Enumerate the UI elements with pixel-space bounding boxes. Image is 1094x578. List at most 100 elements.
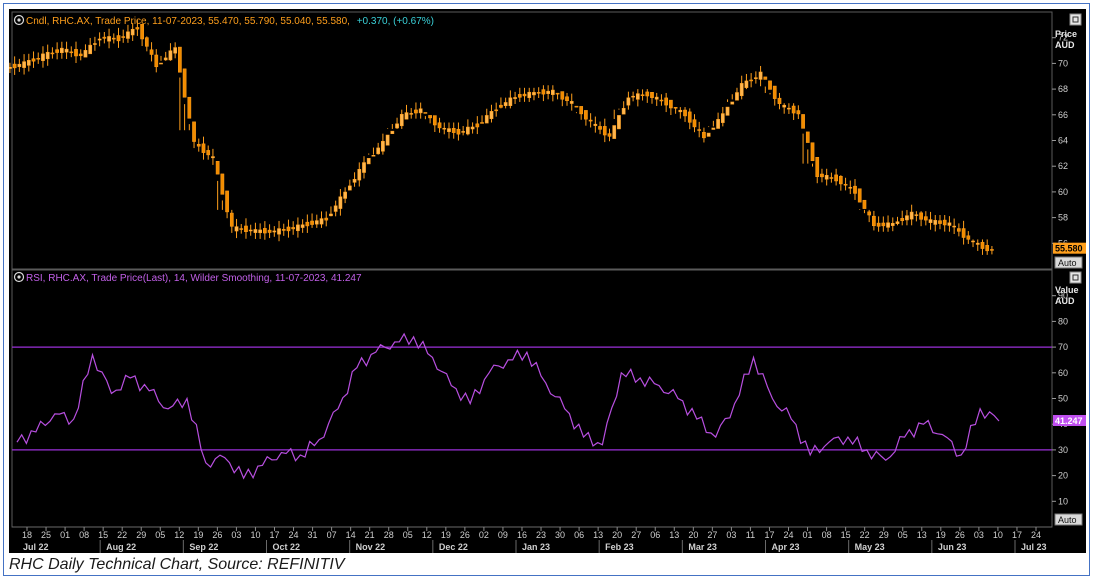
- x-day-tick-label: 15: [98, 530, 108, 540]
- x-day-tick-label: 10: [250, 530, 260, 540]
- price-candle: [905, 210, 909, 226]
- rsi-y-ticks: 102030405060708090: [1052, 291, 1068, 506]
- price-candle: [626, 91, 631, 110]
- price-candle: [579, 106, 584, 120]
- x-day-tick-label: 30: [555, 530, 565, 540]
- price-candle: [418, 102, 423, 119]
- price-candle: [55, 42, 59, 60]
- price-candle: [281, 223, 286, 236]
- price-candle: [192, 121, 196, 149]
- price-candle: [692, 114, 697, 133]
- price-candle: [60, 41, 64, 59]
- price-candle: [890, 217, 895, 232]
- price-candle: [791, 103, 796, 120]
- price-candle: [645, 89, 650, 103]
- price-candle: [650, 92, 654, 104]
- x-day-tick-label: 23: [536, 530, 546, 540]
- price-candle: [895, 216, 900, 226]
- price-candle: [456, 122, 461, 141]
- price-candle: [834, 168, 838, 186]
- price-candle: [843, 177, 848, 191]
- x-day-tick-label: 19: [193, 530, 203, 540]
- price-candle: [26, 53, 31, 72]
- rsi-y-tick-label: 20: [1058, 471, 1068, 481]
- price-candle: [631, 91, 635, 102]
- x-day-tick-label: 26: [460, 530, 470, 540]
- price-candle: [555, 92, 560, 100]
- price-candle: [470, 122, 475, 134]
- price-candle: [196, 138, 201, 152]
- rsi-panel-toggle-icon[interactable]: [13, 271, 25, 283]
- price-candle: [617, 108, 621, 130]
- price-candle: [758, 65, 763, 87]
- price-candle: [749, 73, 753, 88]
- x-day-tick-label: 27: [707, 530, 717, 540]
- x-day-tick-label: 13: [917, 530, 927, 540]
- price-candle: [957, 223, 961, 237]
- price-candle: [683, 107, 687, 122]
- price-candle: [522, 87, 527, 102]
- price-candle: [513, 91, 517, 104]
- price-candle: [990, 245, 994, 255]
- rsi-window-restore-icon[interactable]: [1069, 271, 1082, 284]
- price-candle: [744, 73, 749, 90]
- x-day-tick-label: 05: [898, 530, 908, 540]
- x-day-tick-label: 13: [593, 530, 603, 540]
- price-candle: [97, 32, 102, 47]
- x-day-tick-label: 06: [574, 530, 584, 540]
- price-candle: [352, 172, 357, 187]
- price-auto-button[interactable]: Auto: [1054, 256, 1083, 269]
- price-candle: [805, 131, 810, 164]
- price-candle: [574, 105, 579, 114]
- price-last-value: 55.580: [1055, 244, 1083, 254]
- price-window-restore-icon[interactable]: [1069, 13, 1082, 26]
- rsi-series: [16, 332, 1000, 480]
- x-day-tick-label: 03: [974, 530, 984, 540]
- price-candle: [536, 87, 541, 98]
- price-candle: [399, 109, 404, 129]
- price-candle: [69, 46, 74, 58]
- price-candle: [621, 101, 626, 115]
- price-candle: [173, 42, 178, 59]
- price-y-tick-label: 62: [1058, 161, 1068, 171]
- price-candle: [489, 104, 494, 123]
- price-candle: [687, 108, 692, 130]
- x-month-label: Oct 22: [273, 542, 301, 552]
- price-candle: [971, 239, 975, 248]
- price-candle: [853, 179, 857, 200]
- x-month-label: Apr 23: [772, 542, 800, 552]
- price-candle: [366, 153, 371, 165]
- price-candle: [503, 97, 508, 109]
- price-candle: [277, 220, 281, 242]
- x-day-tick-label: 16: [517, 530, 527, 540]
- price-candle: [782, 103, 787, 114]
- price-candle: [702, 127, 706, 143]
- price-legend-main: Cndl, RHC.AX, Trade Price, 11-07-2023, 5…: [26, 16, 350, 27]
- price-candle: [154, 49, 159, 73]
- rsi-line: [16, 332, 1000, 480]
- price-candle: [952, 218, 956, 234]
- price-candle: [546, 85, 550, 100]
- price-candle: [768, 80, 772, 95]
- price-candle: [229, 209, 234, 233]
- price-candle: [787, 103, 791, 114]
- price-candle: [8, 62, 12, 74]
- x-day-tick-label: 20: [612, 530, 622, 540]
- price-candle: [93, 36, 97, 51]
- price-candle: [414, 102, 418, 119]
- price-y-tick-label: 70: [1058, 58, 1068, 68]
- x-day-tick-label: 27: [631, 530, 641, 540]
- x-day-tick-label: 10: [993, 530, 1003, 540]
- rsi-auto-button[interactable]: Auto: [1054, 513, 1083, 526]
- price-candle: [36, 52, 41, 64]
- price-candle: [886, 215, 890, 232]
- price-candle: [404, 104, 409, 120]
- price-candle: [584, 110, 588, 126]
- price-candle: [541, 85, 546, 102]
- price-candle: [17, 58, 22, 72]
- price-candle: [329, 206, 333, 217]
- price-candle: [102, 31, 107, 44]
- price-panel-toggle-icon[interactable]: [13, 14, 25, 26]
- price-candle: [107, 28, 111, 49]
- price-candle: [291, 221, 296, 235]
